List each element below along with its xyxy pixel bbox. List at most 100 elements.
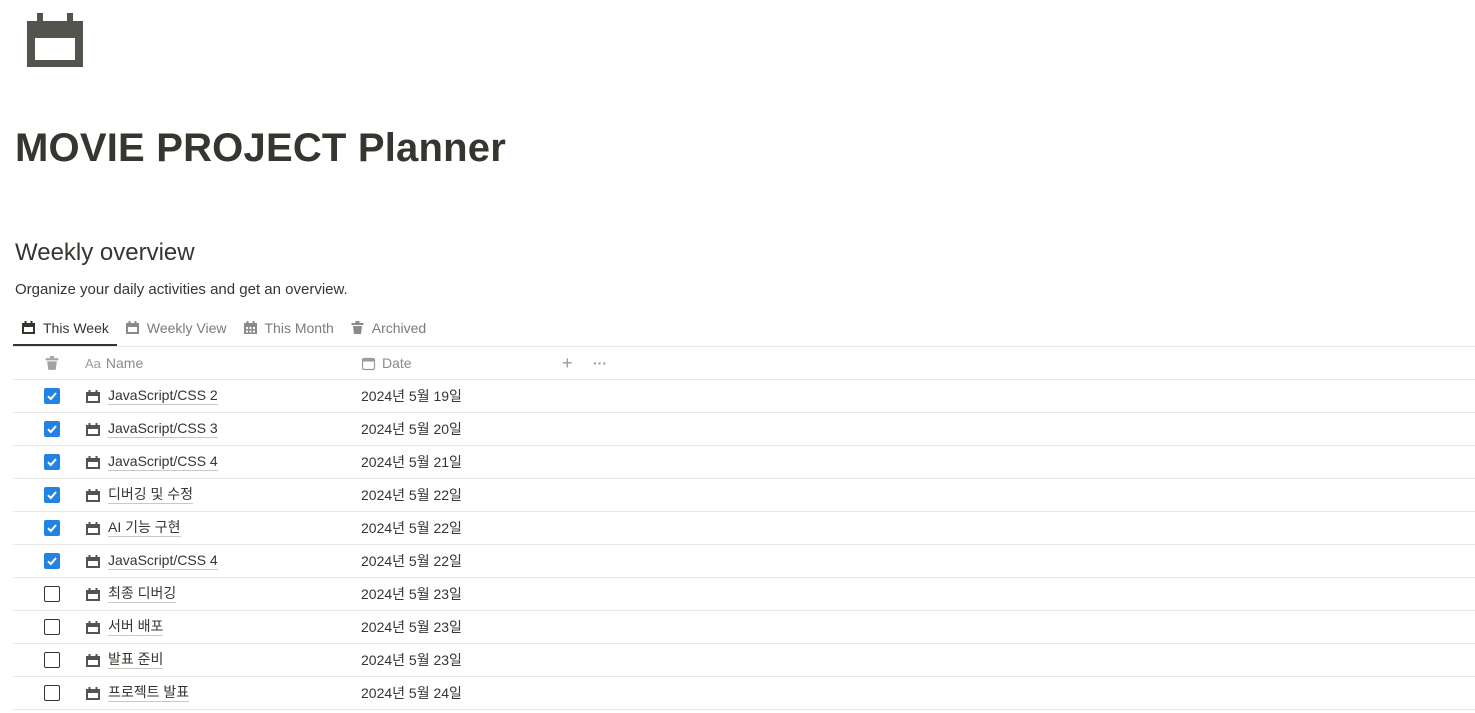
table-row[interactable]: 프로젝트 발표 2024년 5월 24일	[13, 677, 1475, 710]
row-name-link[interactable]: AI 기능 구현	[108, 519, 181, 537]
row-date: 2024년 5월 22일	[361, 553, 462, 569]
row-checkbox[interactable]	[44, 685, 60, 701]
table-row[interactable]: 디버깅 및 수정 2024년 5월 22일	[13, 479, 1475, 512]
row-date-cell[interactable]: 2024년 5월 23일	[361, 611, 462, 643]
table-row[interactable]: JavaScript/CSS 4 2024년 5월 22일	[13, 545, 1475, 578]
calendar-icon	[86, 587, 100, 601]
row-checkbox-cell	[44, 644, 62, 676]
row-date: 2024년 5월 24일	[361, 685, 462, 701]
row-name-link[interactable]: JavaScript/CSS 2	[108, 387, 218, 405]
row-date: 2024년 5월 19일	[361, 388, 462, 404]
tab-weekly-view[interactable]: Weekly View	[117, 311, 235, 346]
calendar-outline-icon	[361, 357, 376, 370]
tab-archived[interactable]: Archived	[342, 311, 434, 346]
row-checkbox-cell	[44, 677, 62, 709]
calendar-icon	[86, 521, 100, 535]
section-description: Organize your daily activities and get a…	[15, 281, 348, 298]
tab-this-week[interactable]: This Week	[13, 311, 117, 346]
section-heading: Weekly overview	[15, 239, 195, 266]
trash-icon	[351, 321, 364, 334]
database-table: Aa Name Date + ··· JavaScript/CSS 2 2024년…	[13, 347, 1475, 710]
row-checkbox[interactable]	[44, 619, 60, 635]
tab-label: This Week	[43, 319, 109, 336]
view-tabs: This Week Weekly View This Month Archive…	[13, 311, 434, 346]
table-row[interactable]: 발표 준비 2024년 5월 23일	[13, 644, 1475, 677]
row-name-cell: JavaScript/CSS 4	[85, 446, 218, 478]
checkmark-icon	[47, 458, 57, 467]
calendar-icon	[86, 554, 100, 568]
row-checkbox[interactable]	[44, 586, 60, 602]
row-date-cell[interactable]: 2024년 5월 22일	[361, 512, 462, 544]
row-date-cell[interactable]: 2024년 5월 20일	[361, 413, 462, 445]
row-name-cell: 발표 준비	[85, 644, 164, 676]
header-checkbox-column[interactable]	[44, 347, 62, 379]
row-date-cell[interactable]: 2024년 5월 22일	[361, 545, 462, 577]
row-name-link[interactable]: JavaScript/CSS 4	[108, 453, 218, 471]
row-checkbox[interactable]	[44, 421, 60, 437]
row-checkbox[interactable]	[44, 652, 60, 668]
row-date: 2024년 5월 23일	[361, 619, 462, 635]
row-name-cell: JavaScript/CSS 3	[85, 413, 218, 445]
header-name-column[interactable]: Aa Name	[85, 347, 143, 379]
row-name-link[interactable]: 최종 디버깅	[108, 585, 177, 603]
checkmark-icon	[47, 524, 57, 533]
row-checkbox[interactable]	[44, 388, 60, 404]
more-options-button[interactable]: ···	[593, 347, 607, 379]
calendar-icon	[86, 488, 100, 502]
calendar-icon	[125, 321, 139, 334]
table-header: Aa Name Date + ···	[13, 347, 1475, 380]
tab-label: This Month	[264, 319, 334, 336]
table-row[interactable]: 서버 배포 2024년 5월 23일	[13, 611, 1475, 644]
row-name-link[interactable]: JavaScript/CSS 4	[108, 552, 218, 570]
row-checkbox-cell	[44, 545, 62, 577]
row-checkbox-cell	[44, 380, 62, 412]
row-name-cell: 프로젝트 발표	[85, 677, 190, 709]
calendar-icon	[22, 321, 35, 334]
header-date-column[interactable]: Date	[361, 347, 412, 379]
table-row[interactable]: JavaScript/CSS 2 2024년 5월 19일	[13, 380, 1475, 413]
table-row[interactable]: JavaScript/CSS 4 2024년 5월 21일	[13, 446, 1475, 479]
row-checkbox[interactable]	[44, 553, 60, 569]
row-date-cell[interactable]: 2024년 5월 23일	[361, 578, 462, 610]
row-date-cell[interactable]: 2024년 5월 21일	[361, 446, 462, 478]
row-date: 2024년 5월 22일	[361, 487, 462, 503]
row-date-cell[interactable]: 2024년 5월 23일	[361, 644, 462, 676]
row-name-link[interactable]: JavaScript/CSS 3	[108, 420, 218, 438]
row-checkbox[interactable]	[44, 454, 60, 470]
row-checkbox[interactable]	[44, 520, 60, 536]
table-row[interactable]: JavaScript/CSS 3 2024년 5월 20일	[13, 413, 1475, 446]
calendar-icon	[86, 620, 100, 634]
row-date: 2024년 5월 23일	[361, 586, 462, 602]
plus-icon: +	[562, 352, 573, 373]
row-date-cell[interactable]: 2024년 5월 22일	[361, 479, 462, 511]
page-title: MOVIE PROJECT Planner	[15, 126, 506, 170]
calendar-grid-icon	[243, 321, 257, 334]
row-date-cell[interactable]: 2024년 5월 24일	[361, 677, 462, 709]
row-name-link[interactable]: 프로젝트 발표	[108, 684, 190, 702]
header-name-label: Name	[105, 355, 144, 371]
table-row[interactable]: AI 기능 구현 2024년 5월 22일	[13, 512, 1475, 545]
tab-this-month[interactable]: This Month	[235, 311, 342, 346]
calendar-icon	[86, 389, 100, 403]
calendar-icon	[86, 686, 100, 700]
table-row[interactable]: 최종 디버깅 2024년 5월 23일	[13, 578, 1475, 611]
row-name-link[interactable]: 디버깅 및 수정	[108, 486, 194, 504]
row-checkbox-cell	[44, 413, 62, 445]
add-property-button[interactable]: +	[562, 347, 573, 379]
row-checkbox-cell	[44, 446, 62, 478]
calendar-icon	[86, 455, 100, 469]
row-name-link[interactable]: 발표 준비	[108, 651, 164, 669]
row-date: 2024년 5월 20일	[361, 421, 462, 437]
page-calendar-icon[interactable]	[24, 11, 86, 69]
trash-icon	[45, 356, 59, 370]
row-name-cell: 디버깅 및 수정	[85, 479, 194, 511]
row-name-link[interactable]: 서버 배포	[108, 618, 164, 636]
calendar-icon	[86, 653, 100, 667]
row-checkbox-cell	[44, 479, 62, 511]
text-property-icon: Aa	[85, 355, 101, 371]
row-date-cell[interactable]: 2024년 5월 19일	[361, 380, 462, 412]
tab-label: Archived	[371, 319, 427, 336]
checkmark-icon	[47, 392, 57, 401]
row-checkbox-cell	[44, 578, 62, 610]
row-checkbox[interactable]	[44, 487, 60, 503]
